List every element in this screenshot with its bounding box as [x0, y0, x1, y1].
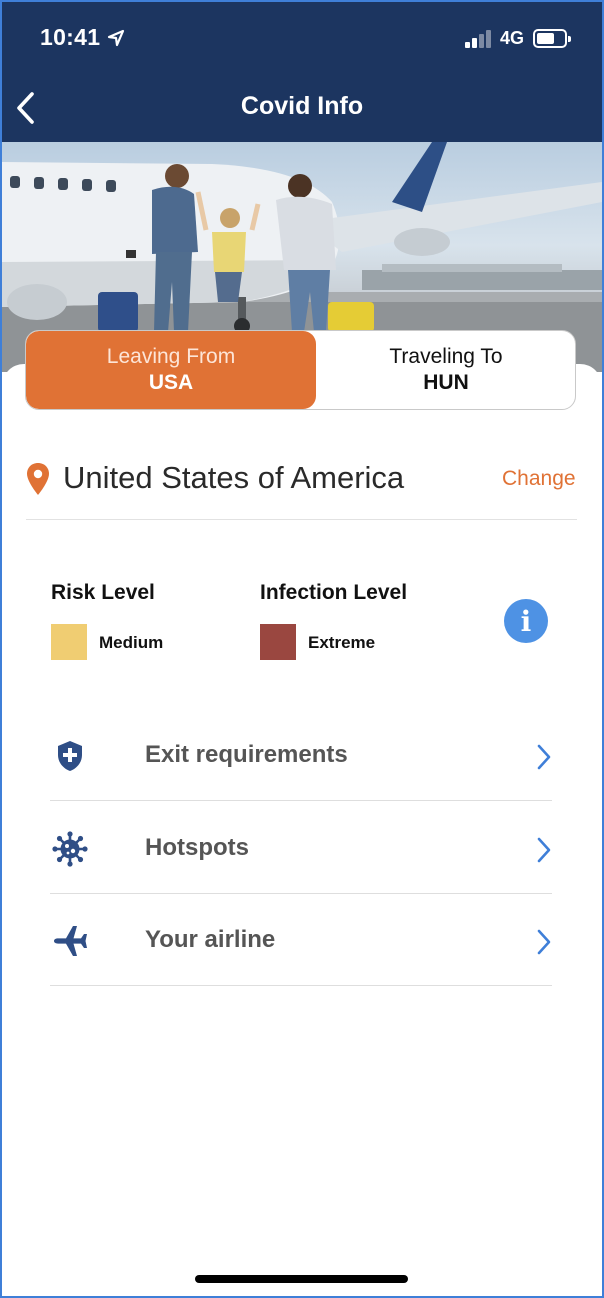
menu-item-label: Your airline	[145, 926, 276, 953]
tab-country-code: USA	[148, 371, 194, 394]
menu-item-label: Hotspots	[145, 834, 249, 861]
risk-level-heading: Risk Level	[51, 581, 155, 604]
change-country-link[interactable]: Change	[502, 467, 576, 491]
risk-level-value: Medium	[99, 633, 164, 652]
chevron-right-icon	[537, 929, 551, 955]
phone-screen: 10:41 4G Covid Info Leaving From USA Tra…	[0, 0, 604, 1298]
status-time: 10:41	[40, 24, 101, 50]
signal-icon	[465, 30, 493, 48]
menu-item-label: Exit requirements	[145, 741, 348, 768]
infection-level-swatch	[260, 624, 296, 660]
infection-level-value: Extreme	[308, 633, 376, 652]
location-arrow-icon	[107, 29, 125, 47]
airplane-icon	[54, 926, 87, 956]
tab-country-code: HUN	[423, 371, 469, 394]
menu-item-exit-requirements[interactable]: Exit requirements	[50, 708, 552, 800]
tab-traveling-to[interactable]: Traveling To HUN	[316, 331, 575, 409]
header: 10:41 4G Covid Info	[2, 2, 602, 142]
shield-plus-icon	[58, 741, 82, 771]
infection-level-heading: Infection Level	[260, 581, 408, 604]
battery-icon	[533, 29, 571, 48]
menu-item-hotspots[interactable]: Hotspots	[50, 801, 552, 893]
location-pin-icon	[27, 463, 49, 495]
home-indicator[interactable]	[195, 1275, 408, 1283]
tab-leaving-from[interactable]: Leaving From USA	[26, 331, 316, 409]
tab-label: Leaving From	[106, 345, 236, 368]
selected-country: United States of America	[63, 460, 405, 495]
chevron-right-icon	[537, 837, 551, 863]
direction-toggle: Leaving From USA Traveling To HUN	[25, 330, 576, 410]
info-icon: i	[520, 605, 532, 638]
info-button[interactable]: i	[504, 599, 548, 643]
divider	[50, 985, 552, 986]
page-title: Covid Info	[240, 92, 364, 120]
virus-icon	[52, 831, 88, 867]
chevron-right-icon	[537, 744, 551, 770]
network-type: 4G	[500, 28, 525, 48]
divider	[26, 519, 577, 520]
tab-label: Traveling To	[389, 345, 503, 368]
menu-item-your-airline[interactable]: Your airline	[50, 893, 552, 985]
risk-level-swatch	[51, 624, 87, 660]
